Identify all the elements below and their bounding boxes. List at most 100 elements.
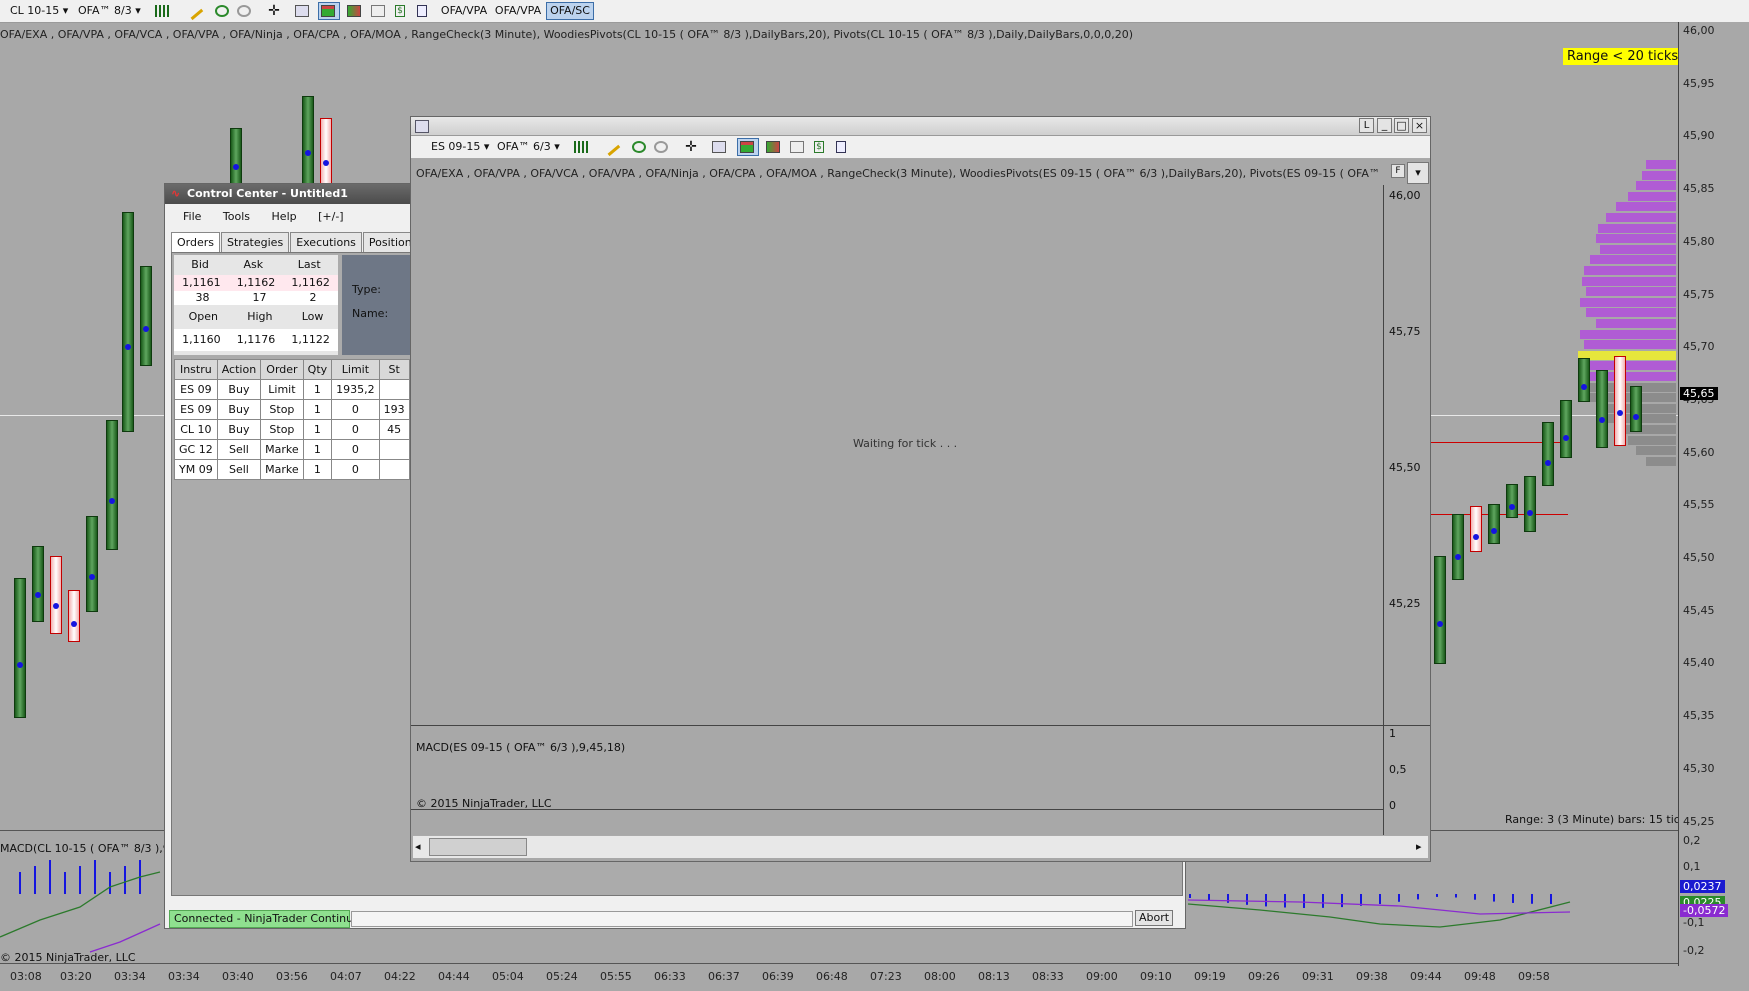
es-indicators-button[interactable] [763, 138, 783, 156]
time-tick: 03:56 [276, 970, 308, 983]
order-row[interactable]: ES 09 Buy Stop 1 0 193 [174, 399, 410, 420]
tab-executions[interactable]: Executions [290, 232, 362, 253]
tab-strategies[interactable]: Strategies [221, 232, 290, 253]
es-data-box-button[interactable] [709, 138, 727, 156]
order-cell: Sell [216, 459, 262, 480]
link-button[interactable]: L [1359, 118, 1374, 133]
indicators-button[interactable] [344, 2, 364, 20]
properties-icon [417, 5, 427, 17]
tab-orders[interactable]: Orders [171, 232, 220, 253]
candle [106, 420, 118, 550]
order-cell: Buy [216, 399, 262, 420]
strategies-button[interactable] [368, 2, 388, 20]
orders-column-header[interactable]: Instru [174, 359, 218, 380]
es-zoom-in-button[interactable] [629, 138, 647, 156]
candle [1452, 514, 1464, 580]
instrument-selector[interactable]: CL 10-15 ▾ [10, 2, 68, 20]
minimize-button[interactable]: _ [1377, 118, 1392, 133]
ask-price[interactable]: 1,1162 [237, 275, 276, 291]
es-bar-type-selector[interactable]: OFA™ 6/3 ▾ [497, 138, 560, 156]
quote-box: Bid Ask Last 1,1161 1,1162 1,1162 38 17 … [174, 255, 338, 355]
zoom-out-button[interactable] [234, 2, 252, 20]
es-zoom-out-button[interactable] [651, 138, 669, 156]
order-cell: YM 09 [174, 459, 218, 480]
order-row[interactable]: ES 09 Buy Limit 1 1935,2 [174, 379, 410, 400]
order-row[interactable]: YM 09 Sell Marke 1 0 [174, 459, 410, 480]
close-button[interactable]: × [1412, 118, 1427, 133]
orders-column-header[interactable]: Order [260, 359, 304, 380]
es-horizontal-scrollbar[interactable]: ◂ ▸ [413, 835, 1428, 858]
chart-layout-button[interactable] [318, 2, 340, 20]
price-tick: 45,35 [1683, 709, 1715, 723]
es-chart-layout-button[interactable] [737, 138, 759, 156]
es-drawing-tool-button[interactable] [601, 137, 623, 157]
orders-column-header[interactable]: Action [216, 359, 262, 380]
menu-expand[interactable]: [+/-] [318, 210, 343, 223]
order-row[interactable]: GC 12 Sell Marke 1 0 [174, 439, 410, 460]
es-properties-button[interactable] [833, 138, 849, 156]
orders-column-header[interactable]: Qty [302, 359, 333, 380]
es-indicator-expand-button[interactable]: F [1391, 164, 1405, 178]
price-tick: 45,70 [1683, 340, 1715, 354]
es-copyright: © 2015 NinjaTrader, LLC [416, 797, 552, 810]
bid-price[interactable]: 1,1161 [182, 275, 221, 291]
candle [122, 212, 134, 432]
zoom-in-button[interactable] [212, 2, 230, 20]
menu-tools[interactable]: Tools [223, 210, 250, 223]
orders-column-header[interactable]: St [378, 359, 410, 380]
pencil-icon [184, 1, 204, 21]
es-chart-titlebar[interactable]: L _ □ × [411, 117, 1430, 136]
es-dollar-button[interactable]: $ [811, 138, 827, 156]
range-status: Range: 3 (3 Minute) bars: 15 ticks [1505, 813, 1692, 826]
time-tick: 03:34 [168, 970, 200, 983]
scrollbar-thumb[interactable] [429, 838, 527, 856]
bar-type-selector[interactable]: OFA™ 8/3 ▾ [78, 2, 141, 20]
orders-column-header[interactable]: Limit [331, 359, 380, 380]
properties-button[interactable] [414, 2, 430, 20]
es-instrument-selector[interactable]: ES 09-15 ▾ [431, 138, 489, 156]
volume-dot [233, 164, 239, 170]
dollar-button[interactable]: $ [392, 2, 408, 20]
price-tick: 45,30 [1683, 761, 1715, 775]
zoom-out-icon [654, 141, 668, 153]
volume-dot [1599, 416, 1605, 423]
order-row[interactable]: CL 10 Buy Stop 1 0 45 [174, 419, 410, 440]
volume-dot [109, 498, 115, 504]
ofa-vpa-button-2[interactable]: OFA/VPA [490, 2, 546, 20]
flag-icon: F [1395, 166, 1401, 176]
main-toolbar: CL 10-15 ▾ OFA™ 8/3 ▾ ✛ $ OFA/VPA OFA/VP… [0, 0, 1749, 23]
time-tick: 09:10 [1140, 970, 1172, 983]
es-price-tick: 45,75 [1389, 325, 1421, 338]
time-tick: 05:24 [546, 970, 578, 983]
menu-file[interactable]: File [183, 210, 201, 223]
order-cell: Marke [260, 459, 304, 480]
volume-dot [1617, 410, 1623, 416]
price-tick: 46,00 [1683, 24, 1715, 37]
data-box-button[interactable] [292, 2, 310, 20]
crosshair-button[interactable]: ✛ [262, 2, 286, 20]
time-tick: 05:04 [492, 970, 524, 983]
ofa-sc-button[interactable]: OFA/SC [546, 2, 594, 20]
name-label: Name: [352, 307, 389, 320]
abort-button[interactable]: Abort [1135, 910, 1173, 926]
menu-help[interactable]: Help [272, 210, 297, 223]
volume-dot [305, 150, 311, 156]
order-cell: 1 [302, 379, 333, 400]
order-cell [378, 459, 410, 480]
order-cell: Sell [216, 439, 262, 460]
bar-type-label: OFA™ 8/3 [78, 4, 132, 17]
properties-icon [836, 141, 846, 153]
es-strategies-button[interactable] [787, 138, 807, 156]
indicators-icon [347, 5, 361, 17]
maximize-button[interactable]: □ [1394, 118, 1409, 133]
bar-style-button[interactable] [152, 2, 174, 20]
es-dropdown-button[interactable]: ▾ [1407, 162, 1429, 184]
es-bar-style-button[interactable] [571, 138, 593, 156]
scroll-right-icon[interactable]: ▸ [1416, 840, 1422, 853]
quote-prices-row: 1,1161 1,1162 1,1162 [174, 275, 338, 291]
drawing-tool-button[interactable] [184, 1, 206, 21]
es-crosshair-button[interactable]: ✛ [679, 138, 703, 156]
ofa-vpa-button-1[interactable]: OFA/VPA [435, 2, 493, 20]
instrument-label: CL 10-15 [10, 4, 60, 17]
scroll-left-icon[interactable]: ◂ [415, 840, 421, 853]
